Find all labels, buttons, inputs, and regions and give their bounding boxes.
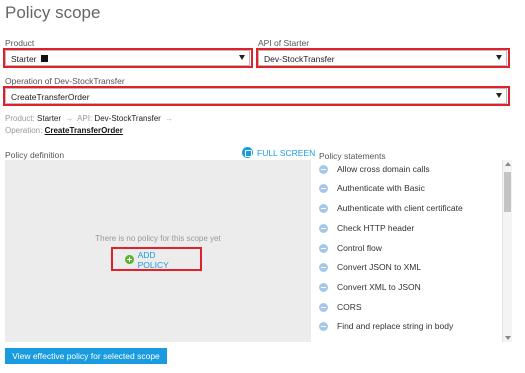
full-screen-label: FULL SCREEN [257,147,316,158]
operation-label: Operation of Dev-StockTransfer [5,76,125,86]
product-label: Product [5,38,35,48]
add-statement-icon [319,203,328,213]
product-highlight [3,48,253,68]
breadcrumb-api-value[interactable]: Dev-StockTransfer [94,114,160,123]
api-label: API of Starter [258,38,310,48]
breadcrumb-product-label: Product: [5,114,35,123]
statement-label: Control flow [337,243,382,253]
breadcrumb-operation: Operation: CreateTransferOrder [5,126,123,135]
add-statement-icon [319,321,328,331]
policy-statement-item[interactable]: Authenticate with Basic [319,182,425,194]
policy-statement-item[interactable]: Find and replace string in body [319,320,453,332]
add-statement-icon [319,282,328,292]
breadcrumb-product-value[interactable]: Starter [37,114,61,123]
add-statement-icon [319,262,328,272]
add-statement-icon [319,302,328,312]
statement-label: Find and replace string in body [337,321,454,331]
statement-label: Check HTTP header [337,223,415,233]
full-screen-button[interactable]: FULL SCREEN [242,147,315,158]
scroll-down-icon[interactable] [505,336,511,340]
policy-statement-item[interactable]: Control flow [319,242,382,254]
add-statement-icon [319,243,328,253]
breadcrumb-operation-label: Operation: [5,126,43,135]
policy-statement-item[interactable]: Allow cross domain calls [319,163,430,175]
add-statement-icon [319,183,328,193]
policy-statement-item[interactable]: Authenticate with client certificate [319,202,463,214]
page-title: Policy scope [5,3,101,22]
add-statement-icon [319,164,328,174]
full-screen-icon [242,147,253,158]
policy-definition-label: Policy definition [5,150,65,160]
statement-label: Allow cross domain calls [337,164,430,174]
breadcrumb-api-label: API: [77,114,93,123]
scroll-thumb[interactable] [504,172,511,212]
statements-scrollbar[interactable] [502,160,512,342]
statement-label: Authenticate with client certificate [337,203,463,213]
api-highlight [256,48,510,68]
statement-label: Convert XML to JSON [337,282,421,292]
add-statement-icon [319,223,328,233]
policy-statement-item[interactable]: CORS [319,301,362,313]
view-effective-policy-button[interactable]: View effective policy for selected scope [5,348,167,364]
statement-label: CORS [337,302,362,312]
empty-policy-message: There is no policy for this scope yet [95,234,221,243]
scroll-up-icon[interactable] [505,162,511,166]
add-policy-highlight [111,247,202,271]
policy-statements-list: Allow cross domain calls Authenticate wi… [317,160,512,342]
policy-statement-item[interactable]: Check HTTP header [319,222,414,234]
policy-statement-item[interactable]: Convert XML to JSON [319,281,421,293]
statement-label: Convert JSON to XML [337,262,422,272]
operation-highlight [3,86,510,106]
breadcrumb-separator: → [165,114,174,123]
statement-label: Authenticate with Basic [337,183,425,193]
breadcrumb-separator: → [65,114,74,123]
breadcrumb-operation-value[interactable]: CreateTransferOrder [45,126,123,135]
policy-statement-item[interactable]: Convert JSON to XML [319,261,421,273]
breadcrumb: Product: Starter → API: Dev-StockTransfe… [5,114,175,123]
